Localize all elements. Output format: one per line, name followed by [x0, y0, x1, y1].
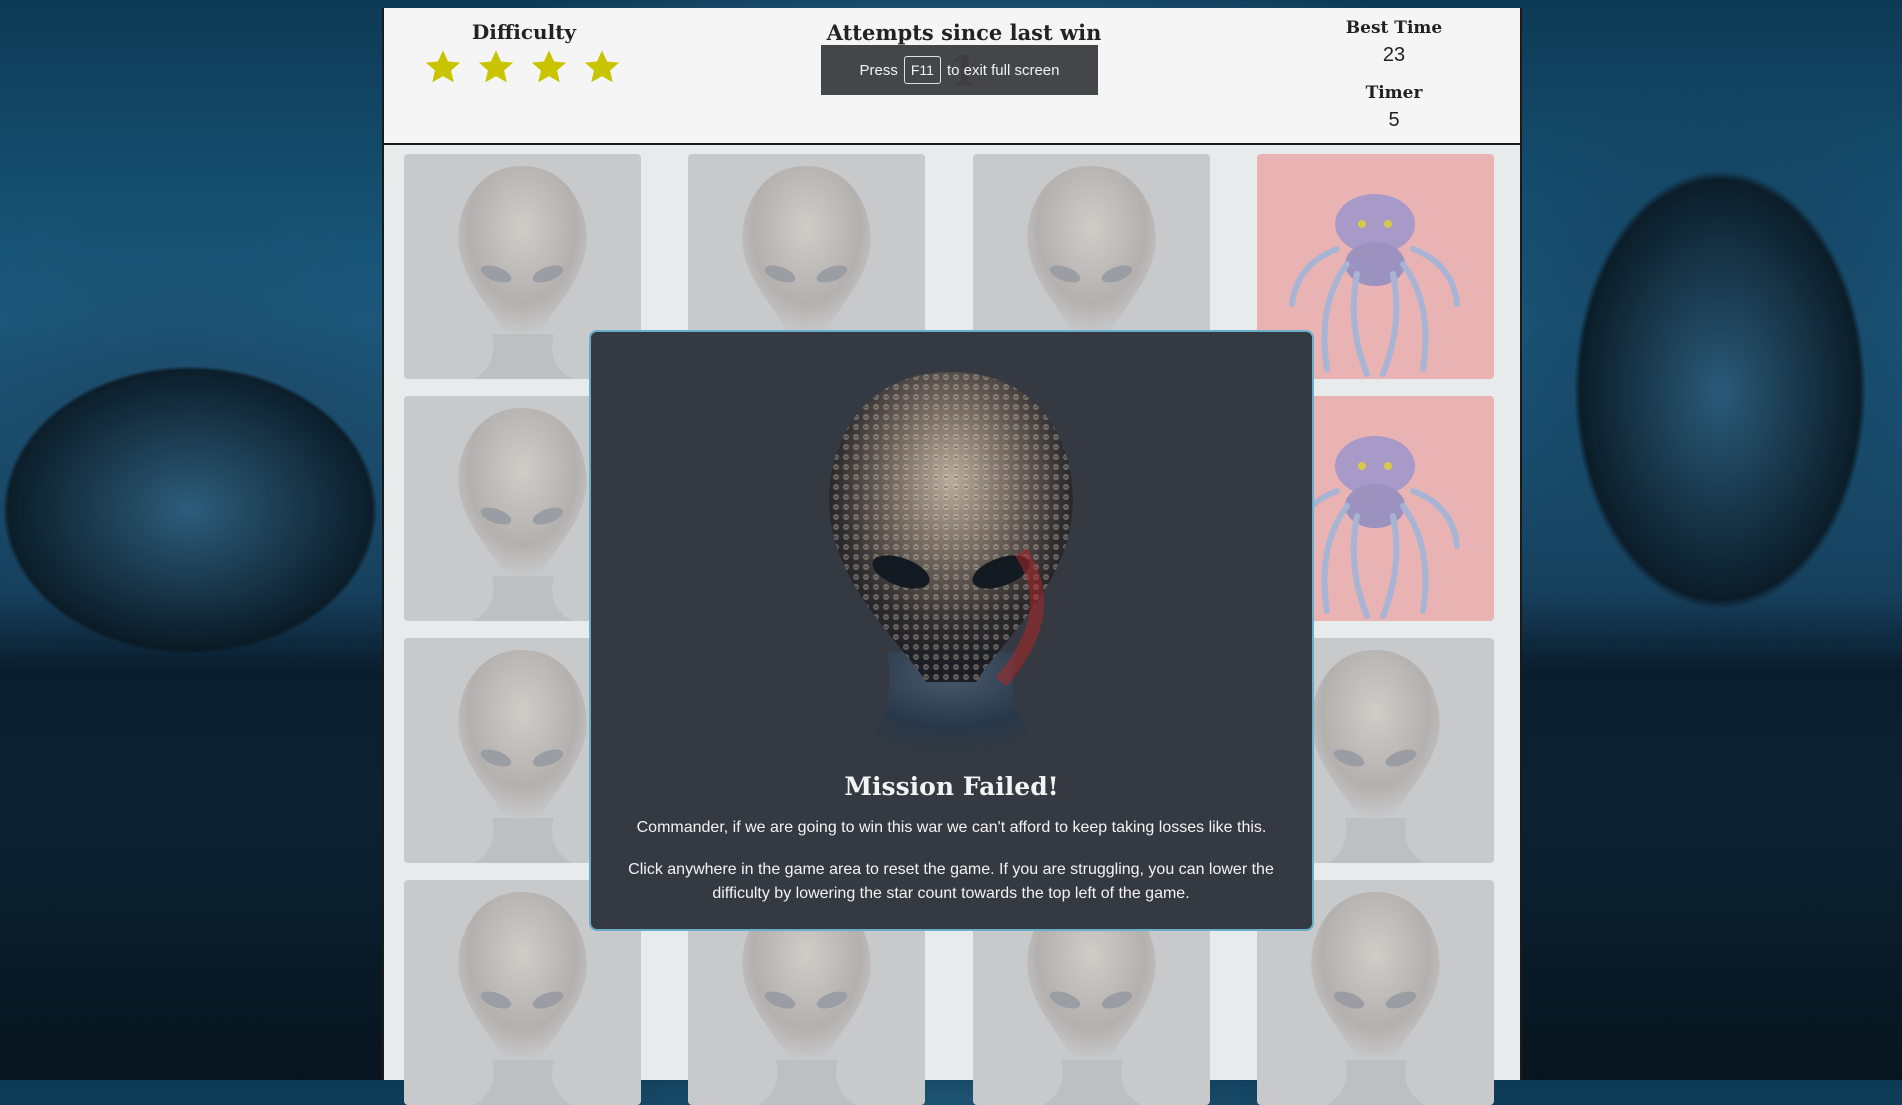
modal-title: Mission Failed!: [844, 772, 1059, 801]
modal-message: Commander, if we are going to win this w…: [636, 819, 1267, 836]
background-cliff-right: [1510, 90, 1902, 670]
timer-label: Timer: [1365, 83, 1423, 103]
star-icon[interactable]: [477, 48, 515, 86]
background-cliff-left: [0, 330, 400, 670]
modal-instructions: Click anywhere in the game area to reset…: [628, 861, 1274, 902]
star-icon[interactable]: [530, 48, 568, 86]
best-time-label: Best Time: [1345, 18, 1443, 38]
timer-value: 5: [1388, 109, 1400, 131]
difficulty-title: Difficulty: [471, 20, 577, 44]
alien-head-icon: [829, 372, 1073, 762]
fullscreen-notice: Press F11 to exit full screen: [821, 45, 1098, 95]
attempts-title: Attempts since last win: [826, 20, 1102, 45]
star-icon[interactable]: [424, 48, 462, 86]
f11-key-badge: F11: [903, 56, 941, 84]
mission-failed-modal: Mission Failed! Commander, if we are goi…: [589, 330, 1314, 931]
fullscreen-notice-prefix: Press: [859, 61, 898, 79]
star-icon[interactable]: [583, 48, 621, 86]
difficulty-stars: [424, 48, 621, 86]
game-header: Difficulty Attempts since last win 1 Pre…: [384, 8, 1520, 145]
best-time-value: 23: [1382, 44, 1406, 66]
stats-panel: Best Time 23 Timer 5: [1264, 8, 1524, 132]
fullscreen-notice-suffix: to exit full screen: [946, 61, 1060, 79]
